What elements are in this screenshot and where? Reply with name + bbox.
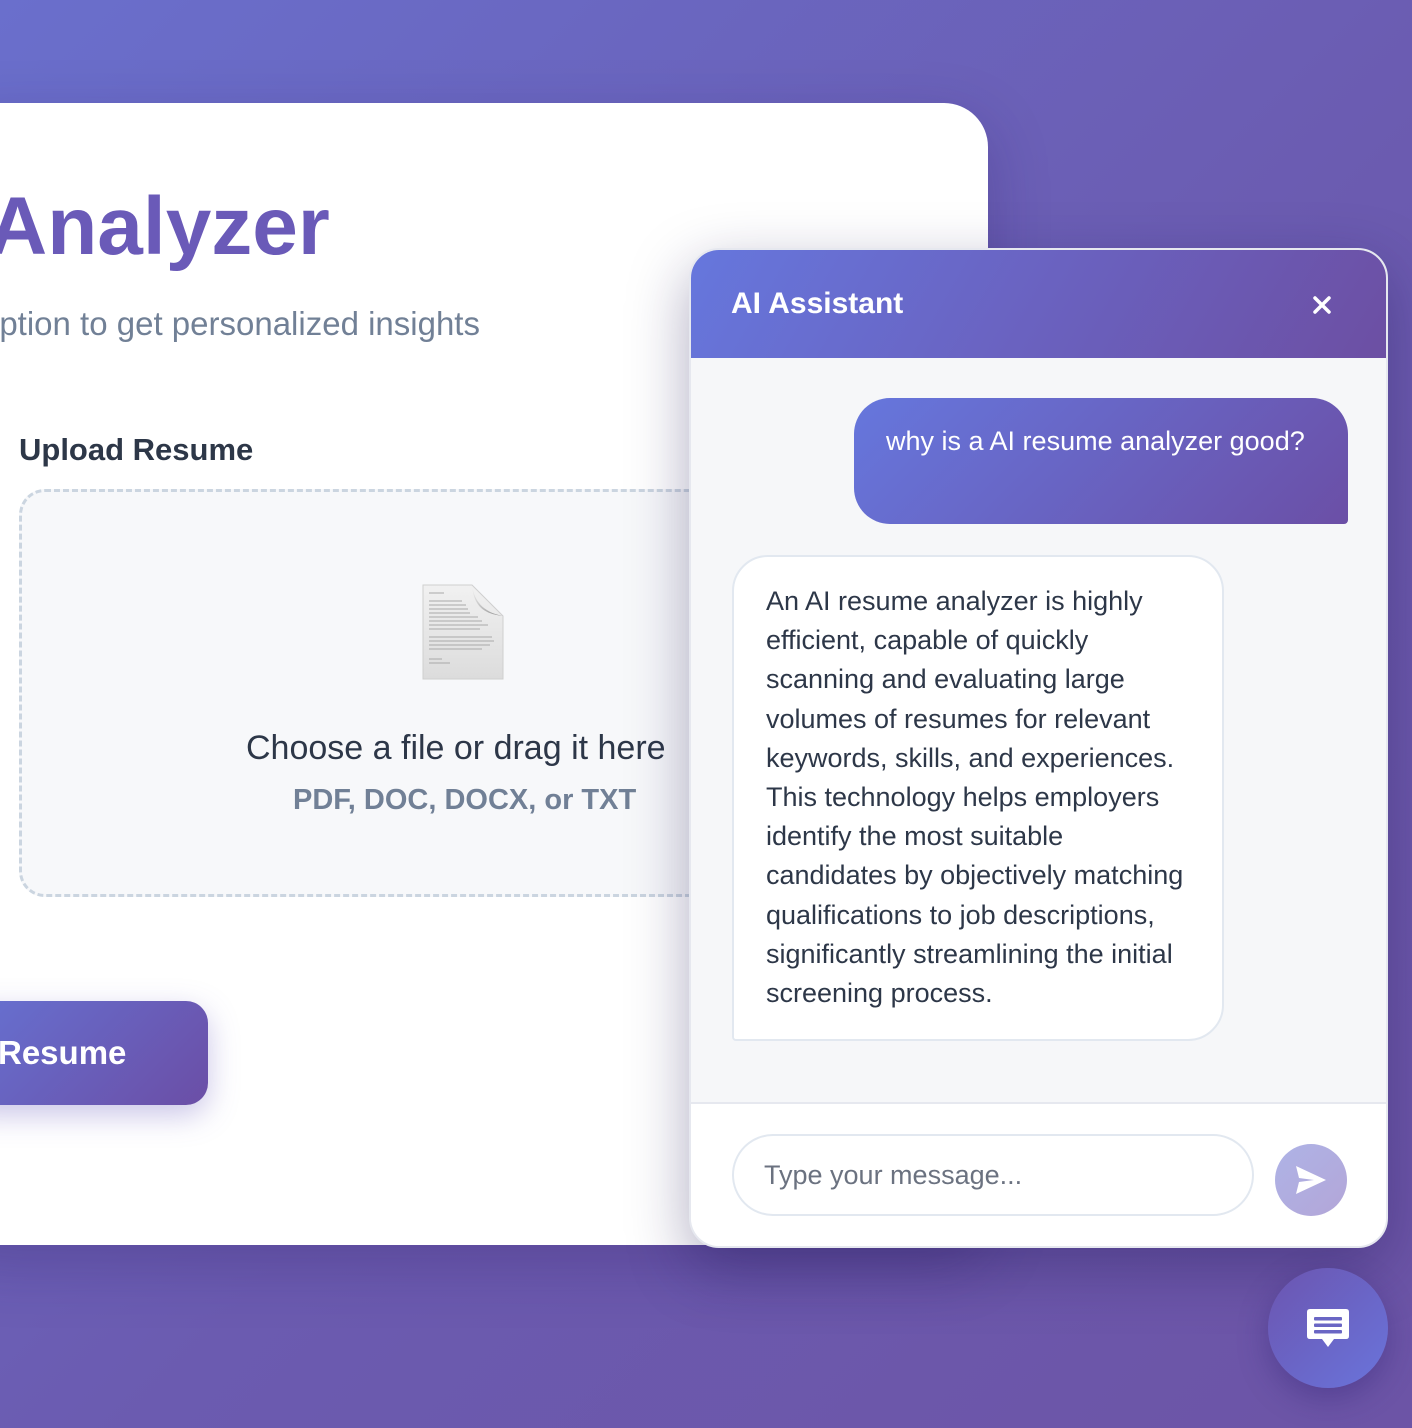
dropzone-instruction: Choose a file or drag it here <box>246 729 666 767</box>
upload-resume-label: Upload Resume <box>19 432 254 467</box>
chat-message-input[interactable] <box>732 1134 1254 1216</box>
analyze-resume-button[interactable]: Resume <box>0 1001 208 1105</box>
close-icon[interactable] <box>1305 288 1339 322</box>
assistant-message: An AI resume analyzer is highly efficien… <box>732 555 1224 1042</box>
chat-bubble-icon <box>1307 1309 1349 1347</box>
chat-panel: AI Assistant why is a AI resume analyzer… <box>689 248 1388 1248</box>
send-icon <box>1296 1166 1326 1194</box>
user-message: why is a AI resume analyzer good? <box>854 398 1348 524</box>
document-icon <box>422 584 504 680</box>
dropzone-file-types: PDF, DOC, DOCX, or TXT <box>293 784 637 816</box>
send-button[interactable] <box>1275 1144 1347 1216</box>
page-title: Analyzer <box>0 181 330 272</box>
chat-title: AI Assistant <box>731 287 904 320</box>
page-subtitle: iption to get personalized insights <box>0 305 480 342</box>
chat-input-area <box>691 1102 1386 1246</box>
chat-toggle-button[interactable] <box>1268 1268 1388 1388</box>
analyze-resume-button-label: Resume <box>0 1034 127 1071</box>
chat-header: AI Assistant <box>691 250 1386 358</box>
